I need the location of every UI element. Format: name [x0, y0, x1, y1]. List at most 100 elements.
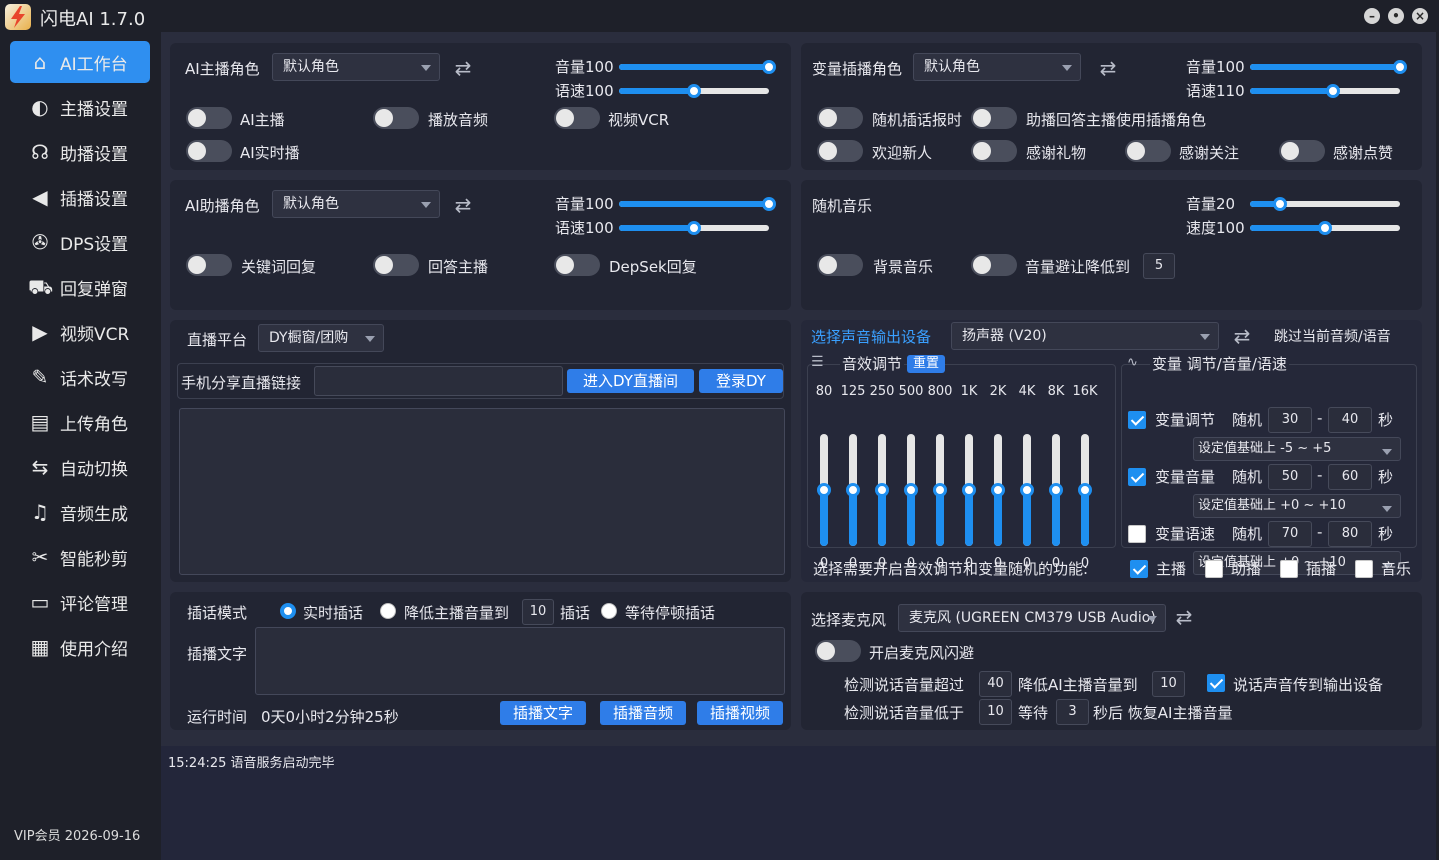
insert-video-button[interactable]: 插播视频: [697, 701, 783, 725]
apply-assistant-checkbox[interactable]: [1205, 560, 1223, 578]
refresh-icon[interactable]: ⇄: [452, 194, 474, 216]
music-volume-slider[interactable]: [1250, 197, 1400, 211]
sidebar-item-upload-role[interactable]: ▤ 上传角色: [10, 401, 150, 443]
var-adjust-checkbox[interactable]: [1128, 411, 1146, 429]
eq-band-slider[interactable]: [875, 434, 889, 546]
anchor-volume-slider[interactable]: [619, 60, 776, 74]
sidebar-item-comments[interactable]: ▭ 评论管理: [10, 581, 150, 623]
eq-band-slider[interactable]: [991, 434, 1005, 546]
var-mode-select[interactable]: 设定值基础上 -5 ~ +5: [1193, 437, 1401, 461]
link-input[interactable]: [314, 366, 563, 396]
toggle-thank-gift[interactable]: [971, 140, 1017, 162]
login-button[interactable]: 登录DY: [699, 369, 783, 393]
apply-music-checkbox[interactable]: [1355, 560, 1373, 578]
assistant-volume-slider[interactable]: [619, 197, 776, 211]
toggle-mic-avoid[interactable]: [815, 640, 861, 662]
sidebar-item-smart-cut[interactable]: ✂ 智能秒剪: [10, 536, 150, 578]
toggle-volume-duck[interactable]: [971, 254, 1017, 276]
toggle-assistant-use-role[interactable]: [971, 107, 1017, 129]
skip-audio-link[interactable]: 跳过当前音频/语音: [1274, 326, 1391, 346]
lower-volume-input[interactable]: 10: [522, 599, 554, 625]
platform-select[interactable]: DY橱窗/团购: [258, 324, 384, 352]
output-device-select[interactable]: 扬声器 (V20): [951, 322, 1219, 350]
anchor-speed-slider[interactable]: [619, 84, 769, 98]
sidebar-item-reply-popup[interactable]: ⛟ 回复弹窗: [10, 266, 150, 308]
var-min-input[interactable]: 70: [1268, 521, 1312, 547]
toggle-bg-music[interactable]: [817, 254, 863, 276]
apply-anchor-checkbox[interactable]: [1130, 560, 1148, 578]
toggle-ai-anchor[interactable]: [186, 107, 232, 129]
eq-band-slider[interactable]: [1049, 434, 1063, 546]
refresh-icon[interactable]: ⇄: [1231, 325, 1253, 347]
var-max-input[interactable]: 40: [1328, 407, 1372, 433]
eq-band-slider[interactable]: [962, 434, 976, 546]
sidebar-item-anchor[interactable]: ◐ 主播设置: [10, 86, 150, 128]
sidebar-item-assistant[interactable]: ☊ 助播设置: [10, 131, 150, 173]
radio-realtime[interactable]: [280, 603, 296, 619]
eq-band-slider[interactable]: [904, 434, 918, 546]
interject-role-select[interactable]: 默认角色: [913, 53, 1081, 81]
toggle-answer-anchor[interactable]: [373, 254, 419, 276]
sidebar-item-auto-switch[interactable]: ⇆ 自动切换: [10, 446, 150, 488]
mic-threshold-input[interactable]: 40: [979, 671, 1012, 697]
radio-lower-volume[interactable]: [380, 603, 396, 619]
eq-band-slider[interactable]: [1020, 434, 1034, 546]
eq-band-slider[interactable]: [933, 434, 947, 546]
interject-role-panel: 变量插播角色 默认角色 ⇄ 音量100 语速110 随机插话报时 助播回答主播使…: [801, 43, 1422, 170]
toggle-depsek-reply[interactable]: [554, 254, 600, 276]
var-speed-checkbox[interactable]: [1128, 525, 1146, 543]
refresh-icon[interactable]: ⇄: [1097, 57, 1119, 79]
var-mode-select[interactable]: 设定值基础上 +0 ~ +10: [1193, 494, 1401, 518]
mic-wait-input[interactable]: 3: [1056, 699, 1089, 725]
platform-log-area[interactable]: [179, 408, 785, 575]
duck-value-input[interactable]: 5: [1143, 253, 1175, 279]
sidebar-item-audio-gen[interactable]: ♫ 音频生成: [10, 491, 150, 533]
toggle-keyword-reply[interactable]: [186, 254, 232, 276]
var-min-input[interactable]: 50: [1268, 464, 1312, 490]
refresh-icon[interactable]: ⇄: [1173, 606, 1195, 628]
var-max-input[interactable]: 60: [1328, 464, 1372, 490]
mic-lower-input[interactable]: 10: [1152, 671, 1185, 697]
insert-text-area[interactable]: [255, 627, 785, 695]
enter-live-button[interactable]: 进入DY直播间: [567, 369, 694, 393]
interject-speed-slider[interactable]: [1250, 84, 1400, 98]
sidebar-item-video-vcr[interactable]: ▶ 视频VCR: [10, 311, 150, 353]
sidebar-item-ai-workbench[interactable]: ⌂ AI工作台: [10, 41, 150, 83]
interject-volume-slider[interactable]: [1250, 60, 1407, 74]
music-speed-slider[interactable]: [1250, 221, 1400, 235]
insert-text-button[interactable]: 插播文字: [500, 701, 586, 725]
log-area[interactable]: 15:24:25 语音服务启动完毕: [161, 746, 1436, 860]
pass-to-output-checkbox[interactable]: [1207, 674, 1225, 692]
apply-interject-checkbox[interactable]: [1280, 560, 1298, 578]
toggle-welcome[interactable]: [817, 140, 863, 162]
anchor-role-select[interactable]: 默认角色: [272, 53, 440, 81]
eq-band-slider[interactable]: [846, 434, 860, 546]
insert-audio-button[interactable]: 插播音频: [600, 701, 686, 725]
var-max-input[interactable]: 80: [1328, 521, 1372, 547]
var-volume-checkbox[interactable]: [1128, 468, 1146, 486]
minimize-icon[interactable]: –: [1364, 8, 1380, 24]
sidebar-item-interject[interactable]: ◀ 插播设置: [10, 176, 150, 218]
close-icon[interactable]: ×: [1412, 8, 1428, 24]
eq-band-slider[interactable]: [1078, 434, 1092, 546]
radio-wait-pause[interactable]: [601, 603, 617, 619]
toggle-play-audio[interactable]: [373, 107, 419, 129]
toggle-video-vcr[interactable]: [554, 107, 600, 129]
mic-low-input[interactable]: 10: [979, 699, 1012, 725]
assistant-speed-slider[interactable]: [619, 221, 769, 235]
toggle-thank-like[interactable]: [1279, 140, 1325, 162]
sidebar-item-rewrite[interactable]: ✎ 话术改写: [10, 356, 150, 398]
assistant-role-select[interactable]: 默认角色: [272, 190, 440, 218]
sidebar-item-dps[interactable]: ✇ DPS设置: [10, 221, 150, 263]
toggle-random-time[interactable]: [817, 107, 863, 129]
toggle-thank-follow[interactable]: [1125, 140, 1171, 162]
speaker-icon: ◀: [32, 185, 48, 209]
toggle-ai-realtime[interactable]: [186, 140, 232, 162]
eq-reset-button[interactable]: 重置: [907, 355, 945, 373]
maximize-icon[interactable]: •: [1388, 8, 1404, 24]
refresh-icon[interactable]: ⇄: [452, 57, 474, 79]
eq-band-slider[interactable]: [817, 434, 831, 546]
var-min-input[interactable]: 30: [1268, 407, 1312, 433]
mic-device-select[interactable]: 麦克风 (UGREEN CM379 USB Audio): [898, 604, 1166, 632]
sidebar-item-intro[interactable]: ▦ 使用介绍: [10, 626, 150, 668]
